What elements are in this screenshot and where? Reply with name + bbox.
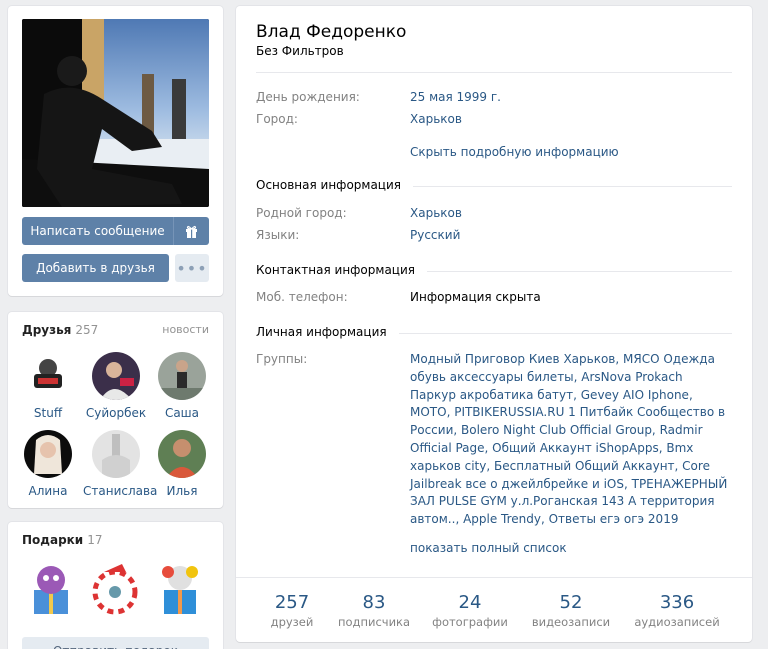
divider bbox=[256, 72, 732, 73]
friends-block: Друзья 257 новости Stuff Суйорбек Саша Ал… bbox=[8, 312, 223, 508]
counter-videos[interactable]: 52 видеозаписи bbox=[526, 592, 616, 629]
friend-item[interactable]: Станислава bbox=[83, 430, 158, 498]
more-actions-button[interactable]: ••• bbox=[175, 254, 209, 282]
friend-name: Суйорбек bbox=[85, 406, 147, 420]
avatar-card: Написать сообщение Добавить в друзья ••• bbox=[8, 6, 223, 296]
counter-value: 336 bbox=[659, 592, 695, 613]
friends-news-link[interactable]: новости bbox=[162, 323, 209, 336]
friend-item[interactable]: Илья bbox=[149, 430, 215, 498]
languages-label: Языки: bbox=[256, 228, 300, 242]
section-title: Личная информация bbox=[256, 325, 399, 339]
friend-name: Илья bbox=[166, 484, 198, 498]
friends-count: 257 bbox=[75, 323, 99, 337]
friends-title: Друзья bbox=[22, 323, 72, 337]
birthday-label: День рождения: bbox=[256, 90, 360, 104]
personal-info-section: Личная информация bbox=[256, 325, 732, 341]
hometown-value[interactable]: Харьков bbox=[410, 206, 462, 220]
friend-name: Саша bbox=[164, 406, 200, 420]
profile-status[interactable]: Без Фильтров bbox=[256, 44, 344, 58]
hometown-label: Родной город: bbox=[256, 206, 347, 220]
gift-item[interactable] bbox=[86, 560, 144, 618]
friend-avatar bbox=[24, 430, 72, 478]
groups-list[interactable]: Модный Приговор Киев Харьков, МЯСО Одежд… bbox=[410, 351, 732, 529]
counter-value: 24 bbox=[458, 592, 482, 613]
gifts-header[interactable]: Подарки 17 bbox=[22, 533, 103, 547]
gift-item[interactable] bbox=[22, 560, 80, 618]
friend-name: Алина bbox=[28, 484, 68, 498]
birthday-value[interactable]: 25 мая 1999 г. bbox=[410, 90, 501, 104]
counter-label: подписчика bbox=[337, 615, 411, 629]
counter-photos[interactable]: 24 фотографии bbox=[425, 592, 515, 629]
gifts-count: 17 bbox=[87, 533, 103, 547]
groups-label: Группы: bbox=[256, 352, 308, 366]
counter-audio[interactable]: 336 аудиозаписей bbox=[632, 592, 722, 629]
send-gift-button[interactable]: Отправить подарок bbox=[22, 637, 209, 649]
section-title: Основная информация bbox=[256, 178, 413, 192]
counter-label: друзей bbox=[270, 615, 314, 629]
counter-label: видеозаписи bbox=[531, 615, 611, 629]
friend-item[interactable]: Саша bbox=[149, 352, 215, 420]
friend-avatar bbox=[24, 352, 72, 400]
languages-value[interactable]: Русский bbox=[410, 228, 460, 242]
friend-avatar bbox=[158, 430, 206, 478]
profile-info-card: Влад Федоренко Без Фильтров День рождени… bbox=[236, 6, 752, 642]
counter-value: 52 bbox=[559, 592, 583, 613]
gift-button[interactable] bbox=[173, 217, 209, 245]
friend-avatar bbox=[158, 352, 206, 400]
hide-details-link[interactable]: Скрыть подробную информацию bbox=[410, 145, 619, 159]
phone-value: Информация скрыта bbox=[410, 290, 541, 304]
counter-value: 83 bbox=[362, 592, 386, 613]
counters-divider bbox=[236, 577, 752, 578]
gift-item[interactable] bbox=[150, 560, 208, 618]
section-title: Контактная информация bbox=[256, 263, 427, 277]
counter-friends[interactable]: 257 друзей bbox=[247, 592, 337, 629]
gifts-block: Подарки17 Отправить подарок bbox=[8, 522, 223, 649]
profile-photo[interactable] bbox=[22, 19, 209, 207]
friend-item[interactable]: Stuff bbox=[15, 352, 81, 420]
gifts-title: Подарки bbox=[22, 533, 84, 547]
counter-followers[interactable]: 83 подписчика bbox=[329, 592, 419, 629]
page-title: Влад Федоренко bbox=[256, 22, 407, 42]
add-friend-button[interactable]: Добавить в друзья bbox=[22, 254, 169, 282]
friend-avatar bbox=[92, 352, 140, 400]
city-value[interactable]: Харьков bbox=[410, 112, 462, 126]
phone-label: Моб. телефон: bbox=[256, 290, 348, 304]
counter-label: аудиозаписей bbox=[634, 615, 720, 629]
counter-label: фотографии bbox=[432, 615, 508, 629]
send-message-button[interactable]: Написать сообщение bbox=[22, 217, 173, 245]
friend-name: Станислава bbox=[83, 484, 158, 498]
gift-icon bbox=[186, 225, 197, 238]
friends-header[interactable]: Друзья 257 bbox=[22, 323, 98, 337]
friend-avatar bbox=[92, 430, 140, 478]
friend-name: Stuff bbox=[33, 406, 63, 420]
show-full-list-link[interactable]: показать полный список bbox=[410, 541, 567, 555]
city-label: Город: bbox=[256, 112, 298, 126]
counter-value: 257 bbox=[274, 592, 310, 613]
contact-info-section: Контактная информация bbox=[256, 263, 732, 279]
main-info-section: Основная информация bbox=[256, 178, 732, 194]
friend-item[interactable]: Алина bbox=[15, 430, 81, 498]
friend-item[interactable]: Суйорбек bbox=[83, 352, 149, 420]
